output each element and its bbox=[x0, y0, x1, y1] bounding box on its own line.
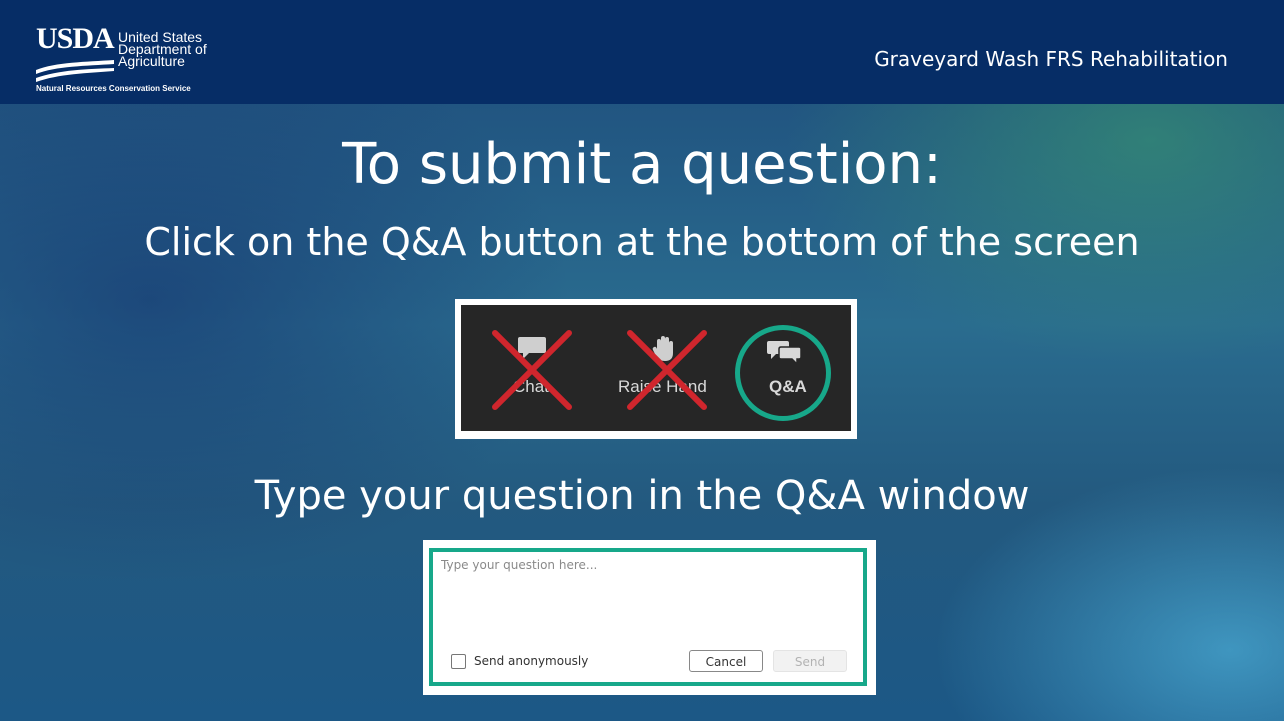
qa-highlight-circle bbox=[735, 325, 831, 421]
send-anonymously-checkbox[interactable] bbox=[451, 654, 466, 669]
raise-hand-button[interactable]: Raise Hand bbox=[606, 305, 726, 431]
logo-agency: Natural Resources Conservation Service bbox=[36, 84, 191, 93]
logo-swoosh-icon bbox=[36, 60, 114, 82]
meeting-toolbar: Chat Raise Hand Q&A bbox=[461, 305, 851, 431]
toolbar-screenshot: Chat Raise Hand Q&A bbox=[455, 299, 857, 439]
send-anonymously-label: Send anonymously bbox=[474, 654, 589, 668]
slide: USDA United States Department of Agricul… bbox=[0, 0, 1284, 721]
slide-title: To submit a question: bbox=[342, 132, 942, 197]
qa-window-screenshot: Send anonymously Cancel Send bbox=[423, 540, 876, 695]
cancel-button[interactable]: Cancel bbox=[689, 650, 763, 672]
chat-button[interactable]: Chat bbox=[481, 305, 581, 431]
cross-out-icon bbox=[492, 330, 572, 410]
presentation-title: Graveyard Wash FRS Rehabilitation bbox=[874, 47, 1228, 71]
logo-line-3: Agriculture bbox=[118, 53, 185, 69]
logo-mark: USDA bbox=[36, 22, 115, 55]
section-heading: Type your question in the Q&A window bbox=[254, 473, 1030, 519]
slide-subtitle: Click on the Q&A button at the bottom of… bbox=[144, 220, 1140, 264]
cross-out-icon bbox=[627, 330, 707, 410]
usda-logo: USDA United States Department of Agricul… bbox=[36, 24, 226, 94]
question-input[interactable] bbox=[441, 558, 851, 628]
send-button[interactable]: Send bbox=[773, 650, 847, 672]
qa-window-highlight: Send anonymously Cancel Send bbox=[429, 548, 867, 686]
header-bar: USDA United States Department of Agricul… bbox=[0, 0, 1284, 104]
